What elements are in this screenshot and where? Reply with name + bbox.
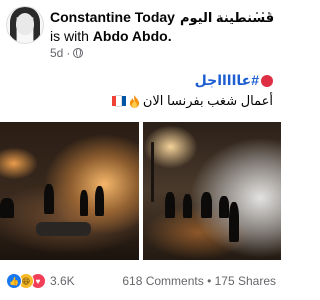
globe-icon — [73, 48, 84, 58]
comments-count[interactable]: 618 Comments — [122, 274, 203, 288]
photo-riot-right[interactable] — [142, 122, 281, 260]
post-meta: 5d · — [50, 46, 84, 60]
post-header: Constantine Today قسنطينة اليوم is with … — [6, 3, 276, 64]
post-time[interactable]: 5d — [50, 46, 63, 60]
post-footer: 👍 😆 ♥ 3.6K 618 Comments • 175 Shares — [6, 270, 276, 292]
with-prefix: is with — [50, 28, 89, 44]
tagged-person-link[interactable]: Abdo Abdo. — [93, 28, 172, 44]
photo-grid — [0, 122, 281, 260]
stats-separator: • — [207, 274, 212, 288]
avatar[interactable] — [6, 6, 44, 44]
author-name[interactable]: Constantine Today — [50, 9, 175, 25]
reaction-count[interactable]: 3.6K — [50, 274, 75, 288]
red-circle-icon — [261, 74, 273, 87]
more-icon[interactable]: ··· — [254, 3, 272, 21]
fire-icon — [129, 94, 139, 108]
france-flag-icon — [111, 95, 126, 107]
hashtag-link[interactable]: #عاااااجل — [195, 72, 259, 89]
shares-count[interactable]: 175 Shares — [215, 274, 276, 288]
post-body-text: أعمال شغب بفرنسا الان — [142, 93, 273, 108]
like-icon: 👍 — [6, 273, 22, 289]
post-text-line2: أعمال شغب بفرنسا الان — [111, 93, 273, 109]
photo-riot-left[interactable] — [0, 122, 139, 260]
separator-dot: · — [66, 46, 71, 60]
tagged-line: is with Abdo Abdo. — [50, 28, 172, 44]
post-text-line1: #عاااااجل — [112, 72, 273, 89]
engagement-stats: 618 Comments • 175 Shares — [122, 274, 276, 288]
post-text: #عاااااجل أعمال شغب بفرنسا الان — [111, 72, 273, 109]
reactions-summary[interactable]: 👍 😆 ♥ 3.6K — [6, 273, 75, 289]
